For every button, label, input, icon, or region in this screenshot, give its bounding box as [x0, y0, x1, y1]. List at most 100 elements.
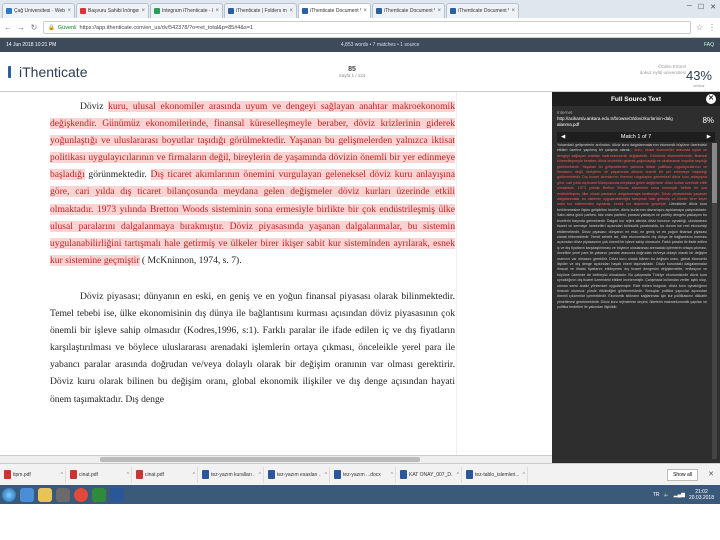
volume-icon[interactable]: 🔈 [664, 492, 670, 498]
chevron-up-icon[interactable]: ^ [523, 472, 527, 478]
source-panel: Full Source Text ✕ Internet http://acika… [552, 92, 720, 463]
bookmark-star-icon[interactable]: ☆ [696, 23, 703, 32]
document-page: Döviz kuru, ulusal ekonomiler arasında u… [50, 92, 455, 455]
chevron-up-icon[interactable]: ^ [127, 472, 131, 478]
download-filename: tipm.pdf [13, 471, 31, 478]
forward-icon[interactable]: → [17, 23, 25, 32]
tab-close-icon[interactable]: × [437, 8, 441, 14]
chevron-up-icon[interactable]: ^ [61, 472, 65, 478]
chevron-up-icon[interactable]: ^ [259, 472, 263, 478]
start-button-icon[interactable] [2, 487, 16, 502]
paragraph-2: Döviz piyasası; dünyanın en eski, en gen… [50, 276, 455, 408]
tab-favicon-icon [302, 8, 308, 14]
source-panel-title: Full Source Text [610, 95, 662, 103]
browser-tab[interactable]: iThenticate | Folders ma × [224, 3, 297, 18]
source-panel-header: Full Source Text ✕ [552, 92, 720, 106]
tab-favicon-icon [376, 8, 382, 14]
downloads-bar: tipm.pdf ^ cinat.pdf ^ cinat.pdf ^ tez-yazım k… [0, 463, 720, 485]
user-info: Özden Ertürel dokuz eylül universitesi [640, 64, 686, 76]
tab-close-icon[interactable]: × [511, 8, 515, 14]
download-item[interactable]: cinat.pdf ^ [70, 466, 132, 483]
browser-tab[interactable]: İntegram iThenticate - Kü × [150, 3, 223, 18]
source-scroll-thumb[interactable] [712, 143, 717, 203]
tab-close-icon[interactable]: × [67, 8, 71, 14]
download-item[interactable]: tez-yazım kuralları ...docx ^ [202, 466, 264, 483]
p2-text: Döviz piyasası; dünyanın en eski, en gen… [50, 290, 455, 405]
media-icon[interactable] [56, 487, 70, 502]
scroll-thumb[interactable] [100, 457, 420, 462]
download-item[interactable]: cinat.pdf ^ [136, 466, 198, 483]
close-icon[interactable]: ✕ [706, 94, 716, 104]
document-gutter [456, 92, 552, 455]
ithenticate-top-strip: 14 Jun 2018 10:21 PM 4,853 words • 7 mat… [0, 38, 720, 52]
match-label: Match 1 of 7 [620, 134, 652, 140]
download-item[interactable]: tipm.pdf ^ [4, 466, 66, 483]
download-item[interactable]: tez-yazım ...docx ^ [334, 466, 396, 483]
timestamp: 14 Jun 2018 10:21 PM [6, 42, 57, 48]
close-downloads-icon[interactable]: ✕ [708, 470, 714, 478]
download-filename: tez-yazım esasları ...docx [277, 471, 321, 478]
chevron-up-icon[interactable]: ^ [457, 472, 461, 478]
chrome-icon[interactable] [74, 487, 88, 502]
browser-tab[interactable]: iThenticate Document V × [372, 3, 445, 18]
user-institution: dokuz eylül universitesi [639, 70, 686, 75]
page-number: 85 [348, 66, 356, 73]
similarity-score[interactable]: 43% similar [686, 68, 712, 88]
horizontal-scrollbar[interactable] [0, 455, 552, 463]
ithenticate-logo[interactable]: iThenticate [8, 64, 87, 80]
taskbar: TR 🔈 ▂▄▆ 21:02 20.03.2018 [0, 485, 720, 504]
show-all-button[interactable]: Show all [667, 468, 698, 481]
next-match-icon[interactable]: ▶ [707, 134, 711, 140]
browser-tab[interactable]: Çağ Üniversitesi · Webmail× [2, 3, 75, 18]
lock-icon: 🔒 [48, 24, 55, 31]
similarity-percent: 43% [685, 68, 712, 83]
tab-close-icon[interactable]: × [215, 8, 219, 14]
reload-icon[interactable]: ↻ [30, 23, 38, 32]
chevron-up-icon[interactable]: ^ [193, 472, 197, 478]
tab-close-icon[interactable]: × [363, 8, 367, 14]
word-file-icon [268, 470, 275, 479]
close-window-icon[interactable]: ✕ [710, 3, 716, 11]
page-indicator[interactable]: 85 Sayfa 1 / 124 [330, 66, 374, 78]
menu-icon[interactable]: ⋮ [708, 23, 716, 32]
clock[interactable]: 21:02 20.03.2018 [689, 489, 714, 501]
chevron-up-icon[interactable]: ^ [325, 472, 329, 478]
language-indicator[interactable]: TR [653, 492, 660, 498]
back-icon[interactable]: ← [4, 23, 12, 32]
tab-favicon-icon [450, 8, 456, 14]
source-scrollbar[interactable] [712, 143, 717, 459]
matched-text-2[interactable]: Dış ticaret akımlarının önemini vurgulay… [50, 169, 455, 266]
word-icon[interactable] [110, 487, 124, 502]
pdf-file-icon [70, 470, 77, 479]
network-icon[interactable]: ▂▄▆ [674, 492, 685, 498]
window-controls: ─ ☐ ✕ [687, 3, 716, 11]
browser-tab[interactable]: iThenticate Document V × [446, 3, 519, 18]
document-viewer[interactable]: Döviz kuru, ulusal ekonomiler arasında u… [0, 92, 552, 455]
download-item[interactable]: tez-tablo_islemleri...docx ^ [466, 466, 528, 483]
url-input[interactable]: 🔒 Güvenli https://app.ithenticate.com/en… [43, 21, 691, 34]
pdf-file-icon [136, 470, 143, 479]
download-item[interactable]: tez-yazım esasları ...docx ^ [268, 466, 330, 483]
faq-link[interactable]: FAQ [704, 42, 714, 48]
browser-tab[interactable]: iThenticate Document V × [298, 3, 371, 18]
tab-label: iThenticate Document V [458, 8, 510, 14]
maximize-icon[interactable]: ☐ [698, 3, 704, 11]
prev-match-icon[interactable]: ◀ [561, 134, 565, 140]
paragraph-1: Döviz kuru, ulusal ekonomiler arasında u… [50, 92, 455, 269]
source-percent: 8% [702, 116, 714, 125]
browser-tab[interactable]: Başvuru Sahibi İnöngeni × [76, 3, 149, 18]
tab-favicon-icon [154, 8, 160, 14]
excel-icon[interactable] [92, 487, 106, 502]
chevron-up-icon[interactable]: ^ [391, 472, 395, 478]
source-text: Yukarıdaki gelişmelerin ardından, döviz … [557, 143, 707, 459]
download-item[interactable]: KAT ONAY_007_D...docx ^ [400, 466, 462, 483]
logo-mark-icon [8, 66, 17, 78]
minimize-icon[interactable]: ─ [687, 3, 692, 11]
explorer-icon[interactable] [38, 487, 52, 502]
download-filename: cinat.pdf [145, 471, 164, 478]
tab-close-icon[interactable]: × [289, 8, 293, 14]
similarity-label: similar [693, 83, 705, 88]
source-url[interactable]: http://acikarsiv.ankara.edu.tr/browse/3/… [557, 116, 675, 128]
ie-icon[interactable] [20, 487, 34, 502]
tab-close-icon[interactable]: × [141, 8, 145, 14]
